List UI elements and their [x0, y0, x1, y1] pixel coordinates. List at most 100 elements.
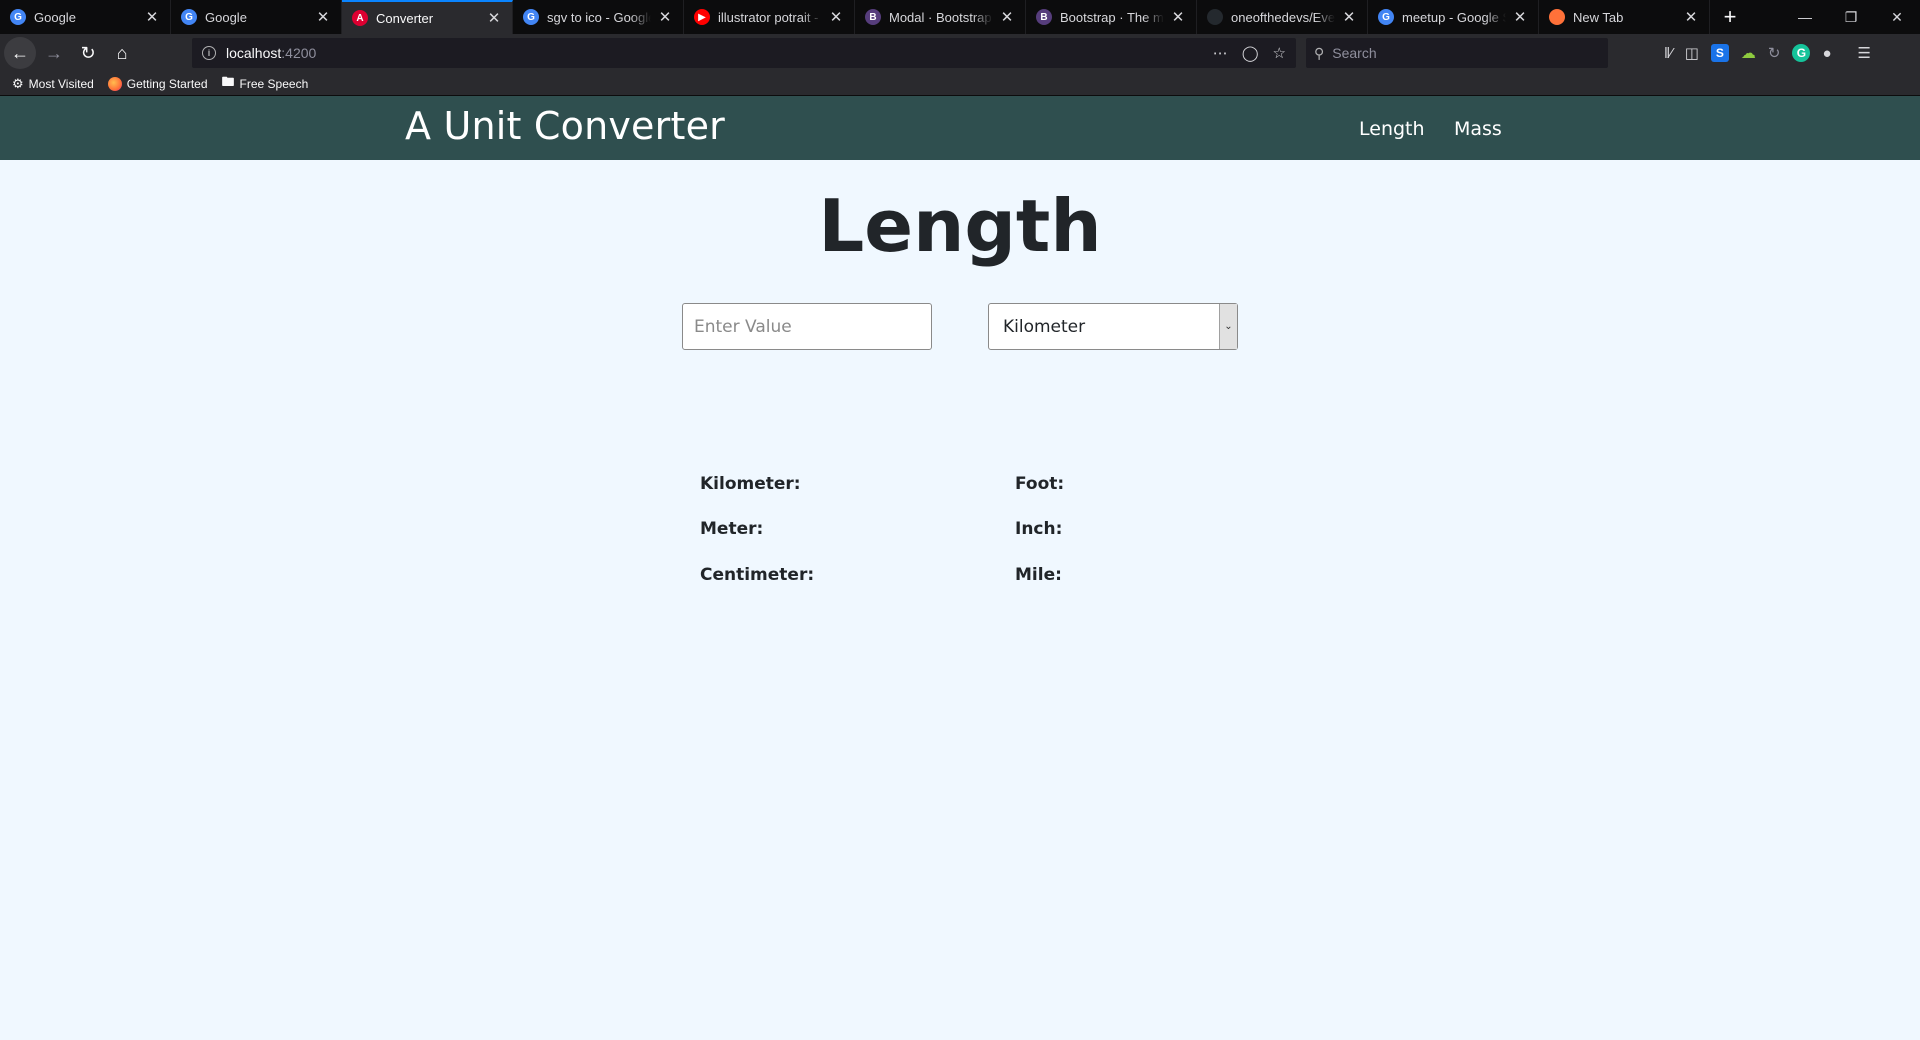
result-mile: Mile: — [1015, 565, 1062, 585]
close-window-icon[interactable]: ✕ — [1874, 0, 1920, 34]
tab-title: meetup - Google Sea — [1402, 9, 1506, 25]
arrow-left-icon: ← — [11, 42, 29, 63]
browser-tab[interactable]: Gsgv to ico - Google S ✕ — [513, 0, 684, 34]
gear-icon: ⚙ — [12, 75, 24, 91]
close-icon[interactable]: ✕ — [1341, 9, 1357, 26]
sidebar-icon[interactable]: ◫ — [1685, 44, 1699, 62]
extension-badge-icon[interactable]: ☁ — [1741, 44, 1756, 62]
unit-select[interactable]: Kilometer ⌄ — [988, 303, 1238, 350]
close-icon[interactable]: ✕ — [144, 9, 160, 26]
home-button[interactable]: ⌂ — [106, 37, 138, 69]
browser-tab[interactable]: B Modal · Bootstrap ✕ — [855, 0, 1026, 34]
chevron-down-icon[interactable]: ⌄ — [1219, 304, 1237, 349]
toolbar-icons: ‖⁄ ◫ S ☁ ↻ G ● ☰ — [1664, 44, 1871, 62]
close-icon[interactable]: ✕ — [1683, 9, 1699, 26]
browser-tabbar: G Google ✕ G Google ✕ A Converter ✕ Gsgv to ico -… — [0, 0, 1920, 34]
bookmark-label: Free Speech — [239, 76, 309, 91]
bookmark-getting-started[interactable]: Getting Started — [107, 76, 208, 91]
info-icon[interactable]: i — [202, 46, 216, 60]
bootstrap-icon: B — [1036, 9, 1052, 25]
address-bar[interactable]: i localhost:4200 ⋯ ◯ ☆ — [192, 38, 1296, 68]
close-icon[interactable]: ✕ — [1170, 9, 1186, 26]
grammarly-icon[interactable]: G — [1792, 44, 1811, 62]
nav-link-length[interactable]: Length — [1359, 118, 1425, 140]
close-icon[interactable]: ✕ — [486, 10, 502, 27]
tab-list: G Google ✕ G Google ✕ A Converter ✕ Gsgv to ico -… — [0, 0, 1710, 34]
close-icon[interactable]: ✕ — [657, 9, 673, 26]
menu-icon[interactable]: ☰ — [1858, 44, 1871, 62]
youtube-icon: ▶ — [694, 9, 710, 25]
close-icon[interactable]: ✕ — [315, 9, 331, 26]
sync-extension-icon[interactable]: ↻ — [1768, 44, 1781, 62]
library-icon[interactable]: ‖⁄ — [1664, 45, 1673, 62]
browser-tab[interactable]: A Converter ✕ — [342, 0, 513, 34]
result-inch: Inch: — [1015, 519, 1063, 539]
tab-title: illustrator potrait - Yo — [718, 9, 822, 25]
reload-button[interactable]: ↻ — [72, 37, 104, 69]
tab-title: Converter — [376, 10, 434, 26]
tab-title: New Tab — [1573, 9, 1624, 25]
url-host: localhost — [226, 45, 282, 61]
pocket-icon[interactable]: ◯ — [1242, 44, 1259, 62]
bookmarks-bar: ⚙ Most Visited Getting Started 🖿 Free Spee… — [0, 72, 1920, 96]
minimize-icon[interactable]: — — [1782, 0, 1828, 34]
tab-title: Google — [205, 9, 247, 25]
arrow-right-icon: → — [45, 42, 63, 63]
tab-title: Modal · Bootstrap — [889, 9, 992, 25]
bookmark-most-visited[interactable]: ⚙ Most Visited — [12, 76, 94, 92]
url-actions: ⋯ ◯ ☆ — [1213, 44, 1286, 62]
browser-tab[interactable]: G Google ✕ — [171, 0, 342, 34]
result-meter: Meter: — [700, 519, 764, 539]
angular-icon: A — [352, 10, 368, 26]
restore-icon[interactable]: ❐ — [1828, 0, 1874, 34]
selected-unit: Kilometer — [1003, 316, 1086, 337]
close-icon[interactable]: ✕ — [1512, 9, 1528, 26]
tab-title: oneofthedevs/Eventi — [1231, 9, 1335, 25]
tab-title: Google — [34, 9, 76, 25]
page-title: Length — [818, 184, 1102, 268]
browser-tab[interactable]: G Google ✕ — [0, 0, 171, 34]
tab-title: sgv to ico - Google S — [547, 9, 651, 25]
google-icon: G — [523, 9, 539, 25]
bootstrap-icon: B — [865, 9, 881, 25]
search-icon: ⚲ — [1314, 44, 1325, 61]
new-tab-button[interactable]: + — [1710, 0, 1750, 34]
close-icon[interactable]: ✕ — [999, 9, 1015, 26]
brand-title[interactable]: A Unit Converter — [405, 104, 725, 148]
result-centimeter: Centimeter: — [700, 565, 815, 585]
close-icon[interactable]: ✕ — [828, 9, 844, 26]
google-icon: G — [181, 9, 197, 25]
bookmark-label: Most Visited — [28, 76, 94, 91]
firefox-icon — [1549, 9, 1565, 25]
bookmark-star-icon[interactable]: ☆ — [1273, 44, 1286, 62]
google-icon: G — [1378, 9, 1394, 25]
firefox-icon — [107, 76, 122, 91]
search-placeholder: Search — [1332, 45, 1377, 61]
search-bar[interactable]: ⚲ Search — [1306, 38, 1608, 68]
back-button[interactable]: ← — [4, 37, 36, 69]
browser-toolbar: ← → ↻ ⌂ i localhost:4200 ⋯ ◯ ☆ ⚲ Search … — [0, 34, 1920, 72]
browser-tab[interactable]: oneofthedevs/Eventi ✕ — [1197, 0, 1368, 34]
folder-icon: 🖿 — [221, 73, 235, 89]
app-navbar: A Unit Converter Length Mass — [0, 96, 1920, 160]
skype-extension-icon[interactable]: S — [1710, 44, 1729, 62]
browser-tab[interactable]: Gmeetup - Google Sea ✕ — [1368, 0, 1539, 34]
github-icon — [1207, 9, 1223, 25]
forward-button[interactable]: → — [38, 37, 70, 69]
nav-link-mass[interactable]: Mass — [1454, 118, 1502, 140]
result-kilometer: Kilometer: — [700, 474, 801, 494]
value-input[interactable] — [682, 303, 932, 350]
bookmark-free-speech[interactable]: 🖿 Free Speech — [222, 73, 309, 95]
page-actions-icon[interactable]: ⋯ — [1213, 44, 1228, 62]
url-port: :4200 — [281, 45, 317, 61]
bookmark-label: Getting Started — [126, 76, 208, 91]
window-controls: — ❐ ✕ — [1782, 0, 1920, 34]
browser-tab[interactable]: New Tab ✕ — [1539, 0, 1710, 34]
browser-tab[interactable]: B Bootstrap · The most ✕ — [1026, 0, 1197, 34]
account-icon[interactable]: ● — [1822, 45, 1831, 62]
tab-title: Bootstrap · The most — [1060, 9, 1164, 25]
home-icon: ⌂ — [116, 42, 128, 63]
google-icon: G — [10, 9, 26, 25]
reload-icon: ↻ — [80, 42, 96, 63]
browser-tab[interactable]: ▶ illustrator potrait - Yo ✕ — [684, 0, 855, 34]
